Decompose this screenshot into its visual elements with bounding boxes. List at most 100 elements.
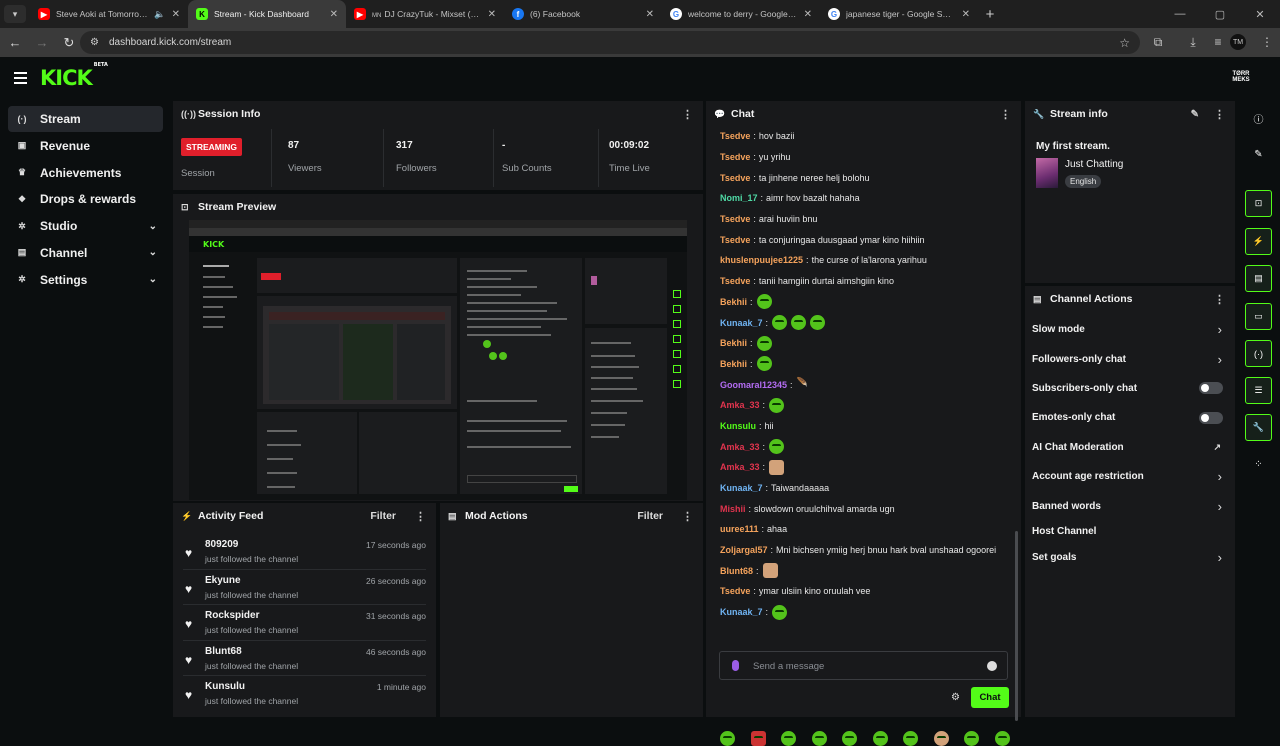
chat-username[interactable]: Amka_33 bbox=[720, 400, 760, 410]
chat-username[interactable]: Tsedve bbox=[720, 214, 750, 224]
sidebar-item-channel[interactable]: ▤ Channel ⌄ bbox=[8, 240, 163, 266]
sidebar-item-achievements[interactable]: ♛ Achievements bbox=[8, 160, 163, 186]
sidebar-item-drops[interactable]: ❖ Drops & rewards bbox=[8, 186, 163, 212]
chat-username[interactable]: Tsedve bbox=[720, 173, 750, 183]
subscribers-only-toggle[interactable] bbox=[1199, 382, 1223, 395]
browser-menu-icon[interactable]: ⋮ bbox=[1256, 32, 1278, 52]
chat-username[interactable]: Kunaak_7 bbox=[720, 483, 763, 493]
chat-username[interactable]: uuree111 bbox=[720, 524, 759, 534]
chat-username[interactable]: Tsedve bbox=[720, 586, 750, 596]
close-icon[interactable]: ✕ bbox=[962, 9, 970, 20]
action-followers-only[interactable]: Followers-only chat › bbox=[1025, 344, 1235, 373]
action-ai-moderation[interactable]: AI Chat Moderation ↗ bbox=[1025, 433, 1235, 462]
chat-emote[interactable] bbox=[769, 439, 785, 455]
browser-tab-4[interactable]: G welcome to derry - Google Sea ✕ bbox=[662, 0, 820, 28]
bookmark-star-icon[interactable]: ☆ bbox=[1119, 36, 1130, 50]
close-icon[interactable]: ✕ bbox=[646, 9, 654, 20]
reload-icon[interactable]: ↻ bbox=[57, 35, 81, 51]
emote-button[interactable] bbox=[903, 731, 919, 746]
emote-button[interactable] bbox=[933, 731, 949, 746]
feed-username[interactable]: 809209 bbox=[205, 539, 238, 550]
chat-emote[interactable] bbox=[756, 294, 772, 310]
chat-username[interactable]: Bekhii bbox=[720, 297, 747, 307]
chat-emote[interactable] bbox=[772, 315, 788, 331]
chat-toggle-icon[interactable]: ▭ bbox=[1245, 303, 1272, 330]
emote-button[interactable] bbox=[872, 731, 888, 746]
browser-tab-2[interactable]: ▶ MN DJ CrazyTuk - Mixset (LIVE) ✕ bbox=[346, 0, 504, 28]
chat-username[interactable]: Kunsulu bbox=[720, 421, 756, 431]
more-options-icon[interactable]: ⋮ bbox=[1214, 108, 1225, 121]
emote-button[interactable] bbox=[750, 731, 766, 746]
hamburger-menu-icon[interactable] bbox=[14, 72, 27, 87]
chat-username[interactable]: Tsedve bbox=[720, 152, 750, 162]
action-host-channel[interactable]: Host Channel bbox=[1025, 521, 1235, 543]
filter-button[interactable]: Filter bbox=[370, 510, 396, 522]
activity-toggle-icon[interactable]: ⚡ bbox=[1245, 228, 1272, 255]
chat-username[interactable]: Amka_33 bbox=[720, 462, 760, 472]
more-options-icon[interactable]: ⋮ bbox=[1000, 108, 1011, 121]
chat-username[interactable]: Bekhii bbox=[720, 359, 747, 369]
chat-emote[interactable] bbox=[810, 315, 826, 331]
minimize-icon[interactable]: — bbox=[1160, 8, 1200, 20]
chat-username[interactable]: Zoljargal57 bbox=[720, 545, 768, 555]
action-slow-mode[interactable]: Slow mode › bbox=[1025, 315, 1235, 344]
emote-button[interactable] bbox=[842, 731, 858, 746]
close-icon[interactable]: ✕ bbox=[804, 9, 812, 20]
action-account-age[interactable]: Account age restriction › bbox=[1025, 462, 1235, 491]
chat-username[interactable]: Tsedve bbox=[720, 235, 750, 245]
chat-emote[interactable] bbox=[769, 459, 785, 475]
emote-button[interactable] bbox=[781, 731, 797, 746]
new-tab-button[interactable]: + bbox=[978, 6, 1002, 23]
chat-username[interactable]: Kunaak_7 bbox=[720, 318, 763, 328]
close-window-icon[interactable]: ✕ bbox=[1240, 8, 1280, 21]
more-options-icon[interactable]: ⋮ bbox=[682, 108, 693, 121]
chat-emote[interactable]: 🪶 bbox=[797, 377, 812, 392]
chat-input[interactable]: Send a message bbox=[719, 651, 1008, 680]
channel-actions-toggle-icon[interactable]: ☰ bbox=[1245, 377, 1272, 404]
emote-button[interactable] bbox=[994, 731, 1010, 746]
profile-avatar[interactable]: TM bbox=[1230, 34, 1246, 50]
address-bar[interactable]: ⚙ dashboard.kick.com/stream ☆ bbox=[80, 31, 1140, 54]
stream-info-toggle-icon[interactable]: 🔧 bbox=[1245, 414, 1272, 441]
emote-button[interactable] bbox=[720, 731, 735, 746]
chat-emote[interactable] bbox=[772, 604, 788, 620]
chat-username[interactable]: Blunt68 bbox=[720, 566, 753, 576]
chat-username[interactable]: Kunaak_7 bbox=[720, 607, 763, 617]
microphone-icon[interactable] bbox=[732, 660, 739, 671]
action-banned-words[interactable]: Banned words › bbox=[1025, 491, 1235, 520]
info-icon[interactable]: ⓘ bbox=[1245, 105, 1272, 132]
browser-tab-1[interactable]: K Stream - Kick Dashboard ✕ bbox=[188, 0, 346, 28]
kick-logo[interactable]: KICKBETA bbox=[40, 62, 108, 90]
stream-category[interactable]: Just Chatting bbox=[1065, 159, 1123, 170]
chat-username[interactable]: Amka_33 bbox=[720, 442, 760, 452]
chat-settings-icon[interactable]: ⚙ bbox=[951, 692, 960, 703]
more-options-icon[interactable]: ⋮ bbox=[1214, 293, 1225, 306]
chat-emote[interactable] bbox=[756, 356, 772, 372]
action-set-goals[interactable]: Set goals › bbox=[1025, 543, 1235, 572]
chat-username[interactable]: khuslenpuujee1225 bbox=[720, 255, 803, 265]
forward-icon[interactable]: → bbox=[30, 35, 54, 50]
pencil-icon[interactable]: ✎ bbox=[1245, 141, 1272, 168]
feed-username[interactable]: Blunt68 bbox=[205, 646, 242, 657]
close-icon[interactable]: ✕ bbox=[172, 9, 180, 20]
chat-emote[interactable] bbox=[791, 315, 807, 331]
more-options-icon[interactable]: ⋮ bbox=[415, 510, 426, 523]
chat-username[interactable]: Nomi_17 bbox=[720, 193, 758, 203]
sidebar-item-revenue[interactable]: ▣ Revenue bbox=[8, 133, 163, 159]
user-avatar[interactable]: TØRR MEKS bbox=[1232, 71, 1250, 85]
maximize-icon[interactable]: ▢ bbox=[1200, 8, 1240, 21]
sidebar-item-stream[interactable]: (·) Stream bbox=[8, 106, 163, 132]
emoji-picker-icon[interactable] bbox=[987, 661, 997, 671]
chat-username[interactable]: Goomaral12345 bbox=[720, 380, 787, 390]
preview-toggle-icon[interactable]: ⊡ bbox=[1245, 190, 1272, 217]
chat-emote[interactable] bbox=[769, 397, 785, 413]
chat-send-button[interactable]: Chat bbox=[971, 687, 1009, 708]
browser-tab-5[interactable]: G japanese tiger - Google Search ✕ bbox=[820, 0, 978, 28]
more-options-icon[interactable]: ⋮ bbox=[682, 510, 693, 523]
emote-button[interactable] bbox=[811, 731, 827, 746]
emotes-only-toggle[interactable] bbox=[1199, 411, 1223, 424]
pencil-icon[interactable]: ✎ bbox=[1191, 109, 1199, 120]
filter-button[interactable]: Filter bbox=[637, 510, 663, 522]
chat-emote[interactable] bbox=[756, 335, 772, 351]
feed-username[interactable]: Kunsulu bbox=[205, 681, 245, 692]
